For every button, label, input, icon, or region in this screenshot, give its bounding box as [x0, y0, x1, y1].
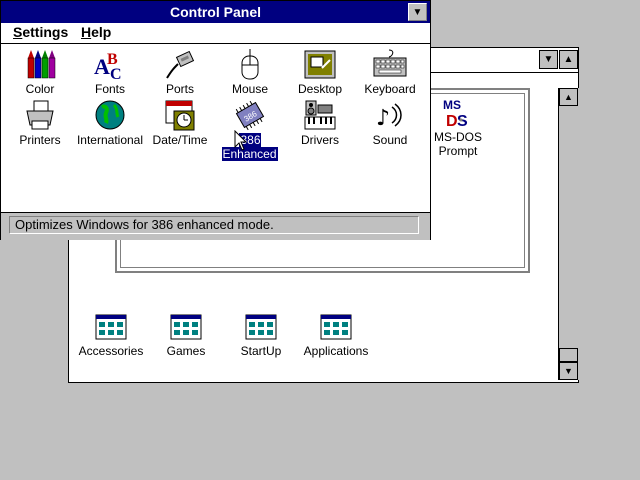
- msdos-prompt-label: MS-DOS Prompt: [428, 130, 488, 158]
- svg-text:S: S: [457, 113, 468, 128]
- icon-label: Fonts: [94, 82, 125, 96]
- sound-icon: ♪: [376, 103, 402, 131]
- svg-text:♪: ♪: [376, 106, 390, 131]
- group-applications[interactable]: Applications: [298, 314, 374, 358]
- crayons-icon: [27, 50, 56, 79]
- msdos-icon: MS D S: [443, 98, 468, 128]
- icon-label-selected: 386 Enhanced: [222, 133, 278, 161]
- maximize-button[interactable]: ▲: [559, 50, 578, 69]
- group-icon: [320, 314, 352, 340]
- group-icon: [95, 314, 127, 340]
- group-label: Accessories: [78, 344, 144, 358]
- icon-label: Drivers: [301, 133, 339, 147]
- group-games[interactable]: Games: [148, 314, 224, 358]
- group-icon: [245, 314, 277, 340]
- svg-text:D: D: [446, 113, 458, 128]
- scroll-thumb[interactable]: [559, 348, 578, 362]
- printers-item[interactable]: Printers: [5, 99, 75, 147]
- datetime-item[interactable]: Date/Time: [145, 99, 215, 147]
- group-label: StartUp: [240, 344, 282, 358]
- sound-item[interactable]: ♪ Sound: [355, 99, 425, 147]
- vertical-scrollbar[interactable]: ▲ ▼: [558, 88, 579, 380]
- group-label: Games: [166, 344, 206, 358]
- status-text: Optimizes Windows for 386 enhanced mode.: [9, 216, 419, 234]
- group-startup[interactable]: StartUp: [223, 314, 299, 358]
- svg-text:C: C: [110, 66, 122, 80]
- desktop-icon: [304, 50, 336, 79]
- mouse-item[interactable]: Mouse: [215, 48, 285, 96]
- menu-settings-mnemonic: S: [13, 24, 23, 40]
- menu-help-mnemonic: H: [81, 24, 92, 40]
- drivers-icon: [304, 100, 336, 130]
- printer-icon: [26, 100, 54, 130]
- menu-settings[interactable]: Settings: [13, 24, 68, 40]
- dropdown-arrow-button[interactable]: ▼: [539, 50, 558, 69]
- menu-settings-label: ettings: [22, 24, 69, 40]
- msdos-label-line2: Prompt: [438, 144, 478, 158]
- title-bar[interactable]: Control Panel: [1, 1, 430, 23]
- group-accessories[interactable]: Accessories: [73, 314, 149, 358]
- group-label: Applications: [303, 344, 369, 358]
- icon-label: International: [76, 133, 144, 147]
- keyboard-item[interactable]: Keyboard: [355, 48, 425, 96]
- menu-help-label: elp: [91, 24, 112, 40]
- scroll-down-button[interactable]: ▼: [559, 362, 578, 380]
- menu-bar: Settings Help: [1, 23, 430, 44]
- status-bar: Optimizes Windows for 386 enhanced mode.: [1, 212, 430, 240]
- desktop-item[interactable]: Desktop: [285, 48, 355, 96]
- keyboard-icon: [373, 49, 407, 77]
- svg-text:MS: MS: [443, 98, 461, 112]
- clock-icon: [165, 100, 195, 131]
- ports-item[interactable]: Ports: [145, 48, 215, 96]
- control-panel-window[interactable]: Control Panel ▼ Settings Help Color A B …: [0, 0, 431, 240]
- drivers-item[interactable]: Drivers: [285, 99, 355, 147]
- enhanced-386-item[interactable]: 386 386 Enhanced: [215, 99, 285, 161]
- msdos-label-line1: MS-DOS: [434, 130, 482, 144]
- icon-label: Date/Time: [152, 133, 208, 147]
- icon-label: Keyboard: [364, 82, 416, 96]
- icon-label: Mouse: [231, 82, 269, 96]
- icon-label: Printers: [19, 133, 61, 147]
- scroll-up-button[interactable]: ▲: [559, 88, 578, 106]
- ports-icon: [166, 50, 195, 79]
- fonts-icon: A B C: [94, 51, 122, 80]
- icon-label: Ports: [165, 82, 194, 96]
- menu-help[interactable]: Help: [81, 24, 111, 40]
- icon-label: Sound: [372, 133, 408, 147]
- control-panel-icons-area: Color A B C Fonts Ports Mouse Desktop Ke…: [1, 44, 430, 212]
- mouse-icon: [241, 48, 259, 80]
- mouse-pointer-icon: [234, 130, 248, 151]
- fonts-item[interactable]: A B C Fonts: [75, 48, 145, 96]
- group-icon: [170, 314, 202, 340]
- window-title: Control Panel: [169, 4, 261, 20]
- icon-label: Color: [25, 82, 55, 96]
- globe-icon: [95, 100, 125, 130]
- international-item[interactable]: International: [75, 99, 145, 147]
- color-item[interactable]: Color: [5, 48, 75, 96]
- chip-icon: 386: [235, 100, 265, 131]
- icon-label: Desktop: [297, 82, 343, 96]
- minimize-button[interactable]: ▼: [408, 3, 427, 21]
